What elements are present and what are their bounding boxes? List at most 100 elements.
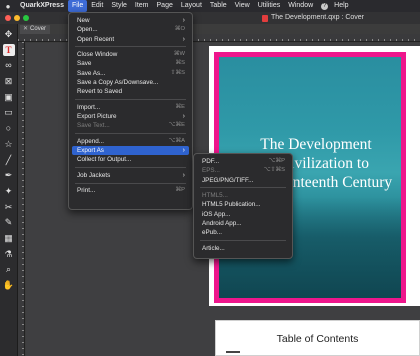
layout-tab-cover[interactable]: ✕ Cover — [20, 25, 50, 34]
shortcut-label: ⌘P — [175, 187, 185, 194]
menu-item-label: Close Window — [77, 51, 118, 59]
menu-bar: ● QuarkXPress File Edit Style Item Page … — [0, 0, 420, 12]
submenu-arrow-icon: › — [182, 35, 185, 43]
menu-item-label: Export Picture — [77, 113, 117, 121]
menu-item-label: Save As... — [77, 69, 106, 77]
menu-view[interactable]: View — [231, 0, 254, 12]
picture-box-tool-icon[interactable]: ▣ — [3, 91, 15, 103]
menu-item-label: Job Jackets — [77, 171, 111, 179]
zoom-tool-icon[interactable]: ⌕ — [3, 263, 15, 275]
menu-layout[interactable]: Layout — [177, 0, 206, 12]
help-icon[interactable]: ? — [321, 2, 329, 10]
menu-item-label: Open Recent — [77, 35, 115, 43]
minimize-window-button[interactable] — [14, 15, 20, 21]
menu-item-import[interactable]: Import... ⌘E — [69, 103, 192, 112]
menu-window[interactable]: Window — [284, 0, 317, 12]
menu-item-save[interactable]: Save ⌘S — [69, 59, 192, 68]
shortcut-label: ⌥⌘E — [168, 122, 185, 129]
menu-page[interactable]: Page — [153, 0, 177, 12]
star-box-tool-icon[interactable]: ☆ — [3, 138, 15, 150]
submenu-arrow-icon: › — [182, 147, 185, 155]
menu-item-revert[interactable]: Revert to Saved — [69, 87, 192, 96]
document-icon — [262, 14, 268, 22]
menu-item-save-copy[interactable]: Save a Copy As/Downsave... — [69, 78, 192, 87]
menu-item-close-window[interactable]: Close Window ⌘W — [69, 50, 192, 59]
zoom-window-button[interactable] — [23, 15, 29, 21]
submenu-arrow-icon: › — [182, 113, 185, 121]
menu-separator — [200, 240, 286, 242]
menu-item[interactable]: Item — [131, 0, 153, 12]
menu-table[interactable]: Table — [206, 0, 231, 12]
submenu-item-ios-app[interactable]: iOS App... — [194, 210, 292, 219]
window-title: The Development.qxp : Cover — [262, 12, 364, 24]
menu-item-save-as[interactable]: Save As... ⇧⌘S — [69, 69, 192, 78]
submenu-item-article[interactable]: Article... — [194, 244, 292, 253]
submenu-item-epub[interactable]: ePub... — [194, 228, 292, 237]
menu-item-new[interactable]: New › — [69, 16, 192, 25]
menu-item-export-as[interactable]: Export As › — [72, 146, 189, 156]
toc-page[interactable]: Table of Contents — [215, 320, 420, 356]
submenu-item-jpeg-png-tiff[interactable]: JPEG/PNG/TIFF... — [194, 176, 292, 185]
pencil-tool-icon[interactable]: ✎ — [3, 216, 15, 228]
menu-edit[interactable]: Edit — [87, 0, 107, 12]
shortcut-label: ⇧⌘S — [170, 69, 185, 76]
menu-utilities[interactable]: Utilities — [254, 0, 285, 12]
window-controls — [5, 15, 29, 21]
menu-item-label: Append... — [77, 137, 104, 145]
shortcut-label: ⌘S — [175, 60, 185, 67]
menu-item-label: Save Text... — [77, 122, 110, 130]
submenu-item-android-app[interactable]: Android App... — [194, 219, 292, 228]
menu-item-collect-for-output[interactable]: Collect for Output... — [69, 155, 192, 164]
close-tab-icon[interactable]: ✕ — [23, 25, 28, 34]
menu-item-label: iOS App... — [202, 210, 231, 218]
menu-help[interactable]: Help — [330, 0, 352, 12]
apple-icon[interactable]: ● — [0, 2, 16, 11]
shortcut-label: ⌥⌘A — [168, 137, 185, 144]
menu-app-name[interactable]: QuarkXPress — [16, 0, 68, 12]
item-tool-icon[interactable]: ✥ — [3, 28, 15, 40]
text-linking-tool-icon[interactable]: ∞ — [3, 59, 15, 71]
menu-item-label: HTML5... — [202, 192, 228, 200]
menu-item-label: New — [77, 17, 90, 24]
table-tool-icon[interactable]: ▦ — [3, 232, 15, 244]
menu-item-export-picture[interactable]: Export Picture › — [69, 112, 192, 121]
shortcut-label: ⌘E — [175, 103, 185, 110]
line-tool-icon[interactable]: ╱ — [3, 154, 15, 166]
menu-item-job-jackets[interactable]: Job Jackets › — [69, 171, 192, 180]
menu-item-open-recent[interactable]: Open Recent › — [69, 35, 192, 44]
rectangle-box-tool-icon[interactable]: ▭ — [3, 106, 15, 118]
menu-file[interactable]: File — [67, 0, 88, 12]
menu-item-label: JPEG/PNG/TIFF... — [202, 176, 254, 184]
menu-style[interactable]: Style — [107, 0, 131, 12]
scissors-tool-icon[interactable]: ✂ — [3, 201, 15, 213]
menu-item-label: EPS... — [202, 167, 220, 175]
submenu-arrow-icon: › — [182, 171, 185, 179]
menu-item-label: Android App... — [202, 219, 242, 227]
menu-item-open[interactable]: Open... ⌘O — [69, 25, 192, 34]
picture-content-tool-icon[interactable]: ⊠ — [3, 75, 15, 87]
close-window-button[interactable] — [5, 15, 11, 21]
shortcut-label: ⌘W — [173, 51, 185, 58]
submenu-item-html5: HTML5... — [194, 191, 292, 200]
submenu-item-html5-publication[interactable]: HTML5 Publication... — [194, 200, 292, 209]
vertical-ruler[interactable] — [18, 42, 25, 356]
pen-tool-icon[interactable]: ✒ — [3, 169, 15, 181]
menu-item-print[interactable]: Print... ⌘P — [69, 186, 192, 195]
submenu-item-pdf[interactable]: PDF... ⌥⌘P — [194, 157, 292, 166]
bezier-tool-icon[interactable]: ✦ — [3, 185, 15, 197]
menu-item-label: Export As — [77, 147, 104, 155]
menu-item-label: Print... — [77, 187, 96, 195]
menu-item-label: Article... — [202, 244, 225, 252]
menu-separator — [75, 133, 186, 135]
menu-separator — [75, 46, 186, 48]
oval-box-tool-icon[interactable]: ○ — [3, 122, 15, 134]
submenu-item-eps: EPS... ⌥⇧⌘S — [194, 166, 292, 175]
layout-tab-label: Cover — [30, 26, 47, 32]
menu-separator — [75, 182, 186, 184]
menu-separator — [200, 187, 286, 189]
menu-item-append[interactable]: Append... ⌥⌘A — [69, 137, 192, 146]
pan-tool-icon[interactable]: ✋ — [3, 279, 15, 291]
menu-item-label: Save — [77, 60, 92, 68]
eyedropper-tool-icon[interactable]: ⚗ — [3, 248, 15, 260]
text-content-tool-icon[interactable]: T — [2, 43, 15, 56]
